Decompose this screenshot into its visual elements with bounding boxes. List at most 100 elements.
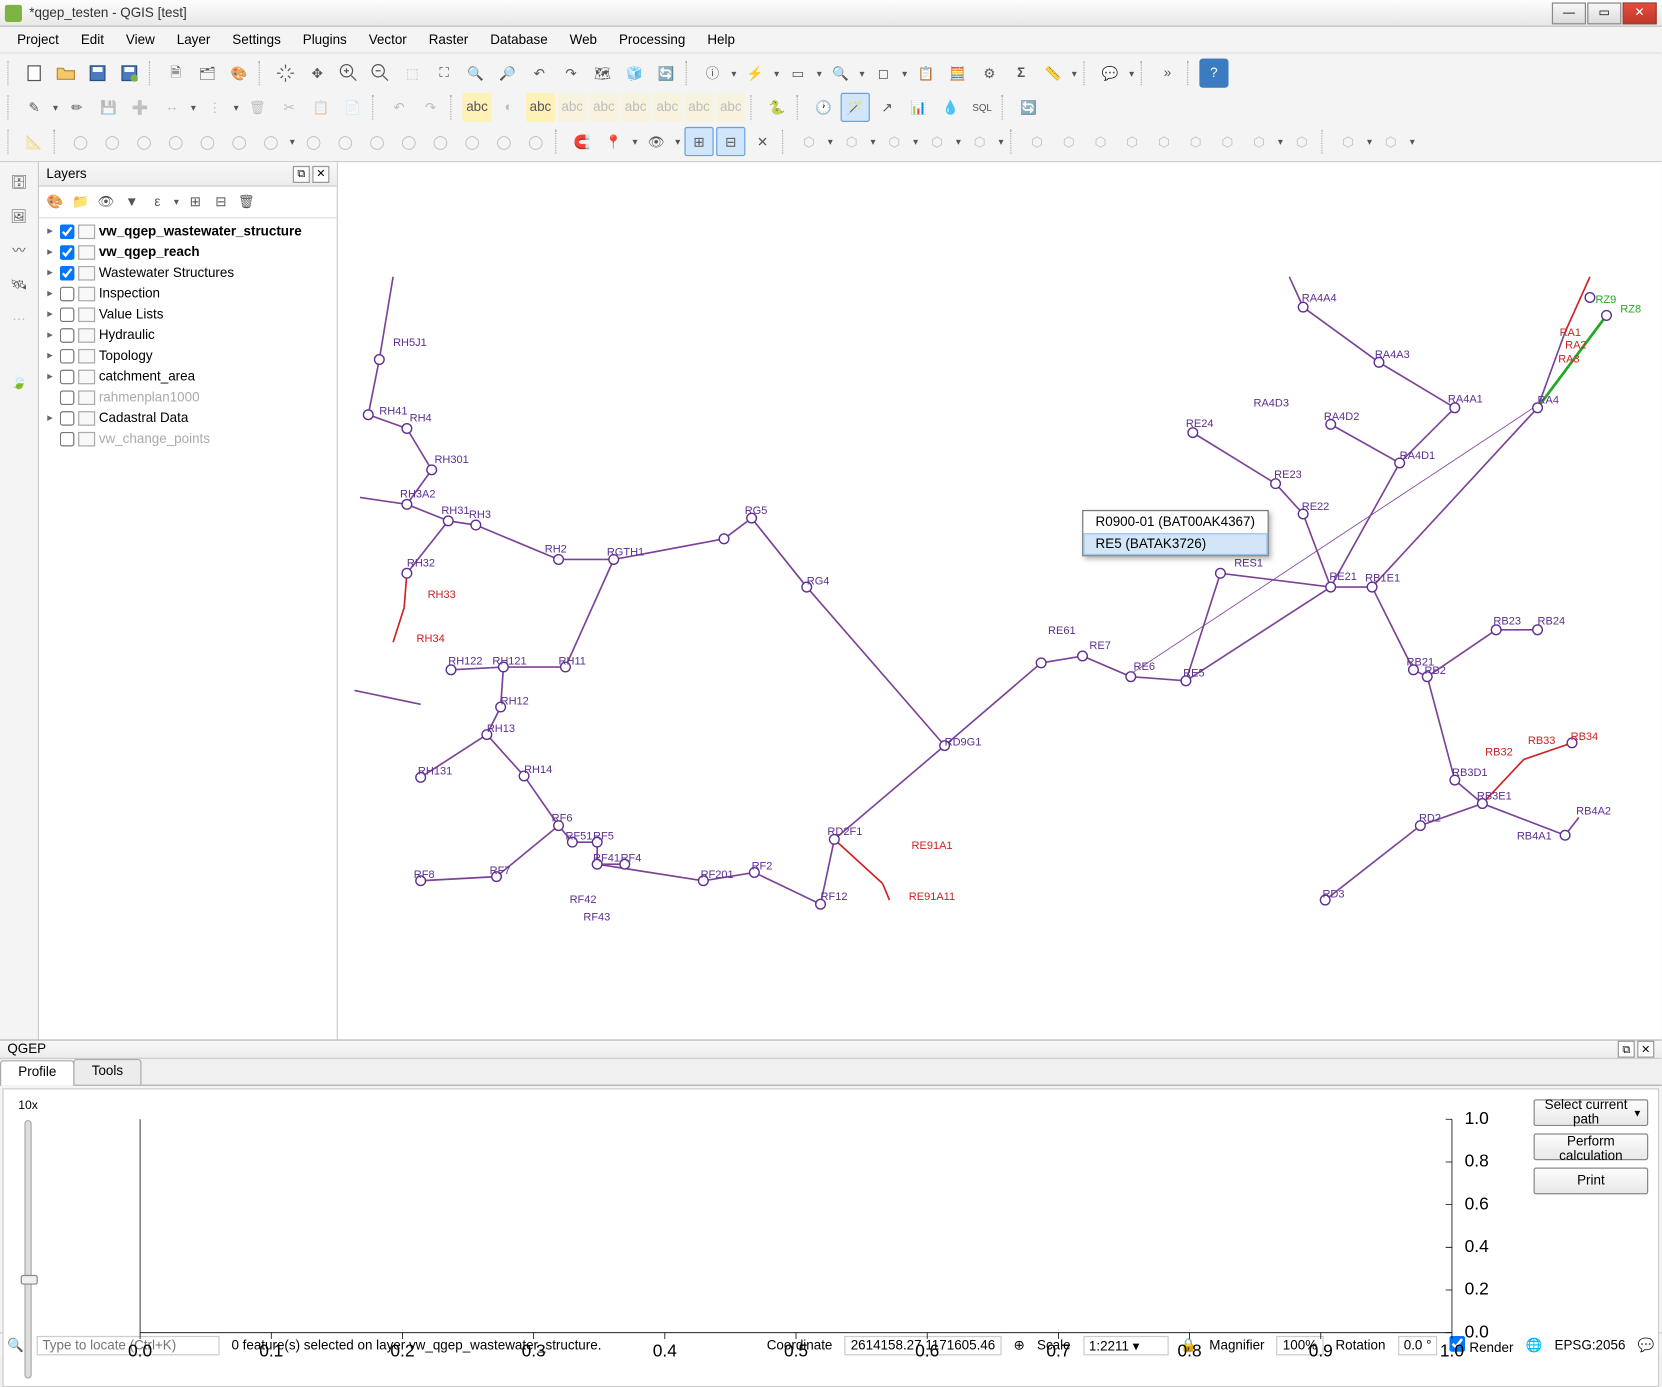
label-highlight-icon[interactable]: abc [526,93,555,122]
field-calc-icon[interactable]: 🧮 [943,59,972,88]
yscale-slider[interactable] [24,1120,31,1379]
zoom-next-icon[interactable]: ↷ [556,59,585,88]
new-print-layout-icon[interactable]: 🗎 [161,59,190,88]
menu-raster[interactable]: Raster [419,29,478,51]
crs-icon[interactable]: 🌐 [1526,1337,1543,1353]
new-map-view-icon[interactable]: 🗺 [588,59,617,88]
layers-expand-icon[interactable]: ⊞ [184,191,206,213]
measure-icon[interactable]: 📏 [1038,59,1067,88]
stats-icon[interactable]: Σ [1007,59,1036,88]
add-wms-icon[interactable]: 🛰 [4,270,33,299]
layers-filter-icon[interactable]: ▼ [121,191,143,213]
open-project-icon[interactable] [51,59,80,88]
add-virtual-icon[interactable]: ⋯ [4,304,33,333]
layer-item[interactable]: ▸Wastewater Structures [41,262,334,283]
python-console-icon[interactable]: 🐍 [763,93,792,122]
close-button[interactable]: ✕ [1623,2,1657,24]
attribute-table-icon[interactable]: 📋 [911,59,940,88]
qgep-clock-icon[interactable]: 🕐 [809,93,838,122]
zoom-to-layer-icon[interactable]: 🔎 [493,59,522,88]
select-path-combo[interactable]: Select current path▼ [1534,1099,1649,1126]
menu-edit[interactable]: Edit [71,29,114,51]
layers-style-icon[interactable]: 🎨 [44,191,66,213]
layer-item[interactable]: ▸Hydraulic [41,325,334,346]
layer-item[interactable]: ▸vw_qgep_wastewater_structure [41,221,334,242]
qgep-close-button[interactable]: ✕ [1637,1041,1654,1058]
qgep-upstream-icon[interactable]: ↗ [872,93,901,122]
zoom-to-selection-icon[interactable]: 🔍 [461,59,490,88]
tool-more-icon[interactable]: » [1153,59,1182,88]
new-3d-view-icon[interactable]: 🧊 [620,59,649,88]
select-features-icon[interactable]: ▭ [783,59,812,88]
qgep-sql-icon[interactable]: SQL [967,93,996,122]
menu-vector[interactable]: Vector [359,29,417,51]
crs-value[interactable]: EPSG:2056 [1555,1338,1626,1353]
layers-expression-icon[interactable]: ε [146,191,168,213]
layers-visibility-icon[interactable]: 👁 [95,191,117,213]
snapping-icon[interactable]: 🧲 [567,127,596,156]
snap-config-icon[interactable]: 📍 [599,127,628,156]
menu-processing[interactable]: Processing [609,29,695,51]
qgep-flow-icon[interactable]: 💧 [936,93,965,122]
pan-icon[interactable] [271,59,300,88]
layer-item[interactable]: ▸Cadastral Data [41,407,334,428]
qgep-float-button[interactable]: ⧉ [1618,1041,1635,1058]
edit-pencil-icon[interactable]: ✎ [20,93,49,122]
menu-view[interactable]: View [116,29,164,51]
new-project-icon[interactable] [20,59,49,88]
layers-add-group-icon[interactable]: 📁 [70,191,92,213]
action-icon[interactable]: ⚡ [741,59,770,88]
select-by-value-icon[interactable]: 🔍 [826,59,855,88]
map-tips-icon[interactable]: 💬 [1096,59,1125,88]
snap-topo-icon[interactable]: ⊞ [684,127,713,156]
snap-intersect-icon[interactable]: ✕ [748,127,777,156]
layer-item[interactable]: rahmenplan1000 [41,387,334,408]
toolbox-icon[interactable]: ⚙ [975,59,1004,88]
print-button[interactable]: Print [1534,1168,1649,1195]
layers-close-button[interactable]: ✕ [312,165,329,182]
save-project-icon[interactable] [83,59,112,88]
style-manager-icon[interactable]: 🎨 [224,59,253,88]
zoom-in-icon[interactable] [334,59,363,88]
add-raster-icon[interactable]: 🖼 [4,201,33,230]
menu-web[interactable]: Web [560,29,607,51]
help-icon[interactable]: ? [1199,59,1228,88]
menu-help[interactable]: Help [698,29,745,51]
add-gpkg-icon[interactable]: 🍃 [4,367,33,396]
layer-item[interactable]: vw_change_points [41,428,334,449]
menu-database[interactable]: Database [480,29,557,51]
qgep-wizard-icon[interactable]: 🪄 [841,93,870,122]
menu-layer[interactable]: Layer [167,29,220,51]
perform-calc-button[interactable]: Perform calculation [1534,1133,1649,1160]
menu-project[interactable]: Project [7,29,68,51]
tab-profile[interactable]: Profile [0,1060,75,1086]
layers-tree[interactable]: ▸vw_qgep_wastewater_structure▸vw_qgep_re… [39,218,337,1039]
layer-item[interactable]: ▸Value Lists [41,304,334,325]
zoom-full-icon[interactable]: ⛶ [429,59,458,88]
popup-item[interactable]: RE5 (BATAK3726) [1083,533,1267,555]
snap-eye-icon[interactable]: 👁 [642,127,671,156]
layout-manager-icon[interactable]: 🗂 [193,59,222,88]
deselect-icon[interactable]: ◻ [869,59,898,88]
layer-item[interactable]: ▸catchment_area [41,366,334,387]
qgep-refresh-icon[interactable]: 🔄 [1014,93,1043,122]
zoom-last-icon[interactable]: ↶ [525,59,554,88]
label-layer-icon[interactable]: abc [462,93,491,122]
layer-item[interactable]: ▸vw_qgep_reach [41,242,334,263]
layers-collapse-icon[interactable]: ⊟ [210,191,232,213]
layers-float-button[interactable]: ⧉ [293,165,310,182]
add-mesh-icon[interactable]: 〰 [4,235,33,264]
layer-item[interactable]: ▸Topology [41,345,334,366]
menu-settings[interactable]: Settings [223,29,291,51]
minimize-button[interactable]: — [1552,2,1586,24]
layer-item[interactable]: ▸Inspection [41,283,334,304]
refresh-icon[interactable]: 🔄 [651,59,680,88]
save-as-icon[interactable] [115,59,144,88]
identify-icon[interactable]: ⓘ [698,59,727,88]
map-canvas[interactable]: RH5J1RH41RH4RH301RH3A2RH31RH3RH2RGTH1RH3… [338,162,1662,1039]
menu-plugins[interactable]: Plugins [293,29,357,51]
popup-item[interactable]: R0900-01 (BAT00AK4367) [1083,511,1267,533]
messages-icon[interactable]: 💬 [1638,1337,1655,1353]
maximize-button[interactable]: ▭ [1587,2,1621,24]
add-vector-icon[interactable]: 🗄 [4,167,33,196]
